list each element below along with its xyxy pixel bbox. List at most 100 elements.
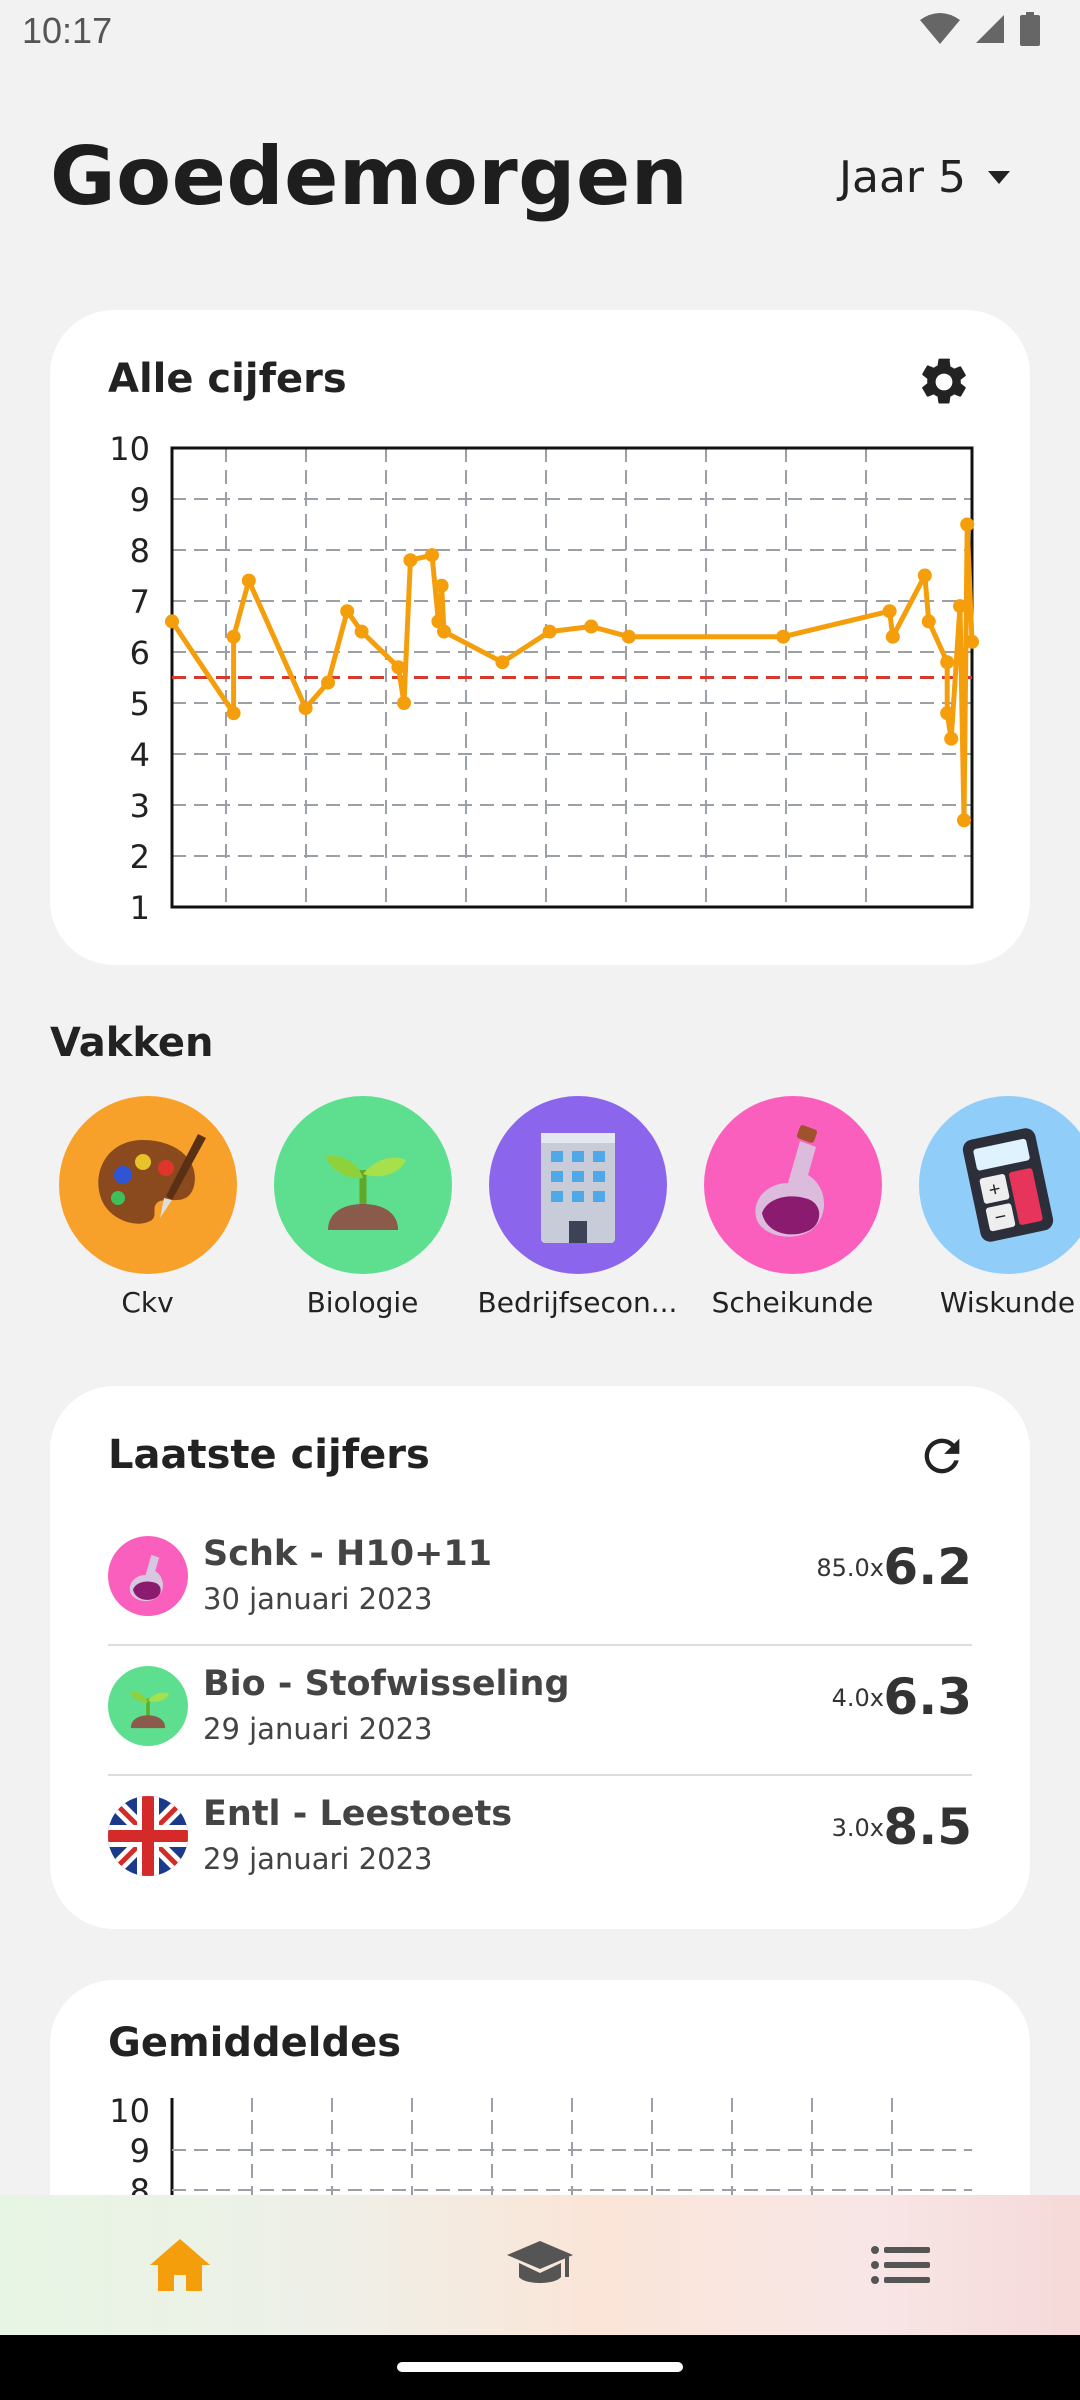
uk-flag-icon	[108, 1796, 188, 1876]
year-dropdown-label: Jaar 5	[839, 152, 966, 203]
signal-icon	[976, 15, 1004, 43]
grade-point	[621, 629, 636, 644]
grade-title: Entl - Leestoets	[203, 1794, 513, 1834]
grade-point	[940, 655, 955, 670]
grade-point	[957, 813, 971, 828]
y-tick-label: 2	[130, 838, 150, 876]
greeting-title: Goedemorgen	[50, 130, 689, 223]
subject-biologie[interactable]: Biologie	[255, 1096, 470, 1319]
grades-line-chart: 10 9 8 7 6 5 4 3 2 1	[109, 430, 979, 927]
grade-avatar	[108, 1796, 188, 1876]
latest-grades-card: Laatste cijfers Schk - H10+11 30 januari…	[50, 1386, 1030, 1929]
calculator-icon: + −	[962, 1128, 1053, 1242]
latest-grade-row[interactable]: Schk - H10+11 30 januari 2023 85.0x 6.2	[108, 1516, 972, 1646]
latest-grade-row[interactable]: Bio - Stofwisseling 29 januari 2023 4.0x…	[108, 1646, 972, 1776]
sprout-icon	[325, 1155, 406, 1230]
grade-point	[397, 696, 411, 710]
sprout-icon	[129, 1691, 170, 1729]
grade-point	[953, 599, 967, 614]
grade-point	[340, 604, 355, 619]
grade-point	[940, 706, 955, 721]
y-tick-label: 1	[130, 889, 150, 927]
y-tick-label: 3	[130, 787, 150, 825]
subject-ckv-label: Ckv	[121, 1286, 174, 1319]
subjects-carousel[interactable]: Ckv Biologie Bedrijfsecon... Scheikunde …	[0, 1096, 1080, 1336]
grade-point	[165, 614, 179, 629]
subject-wiskunde-label: Wiskunde	[939, 1286, 1076, 1319]
subject-bedrijfseconomie-label: Bedrijfsecon...	[477, 1286, 678, 1319]
all-grades-card[interactable]: Alle cijfers 10 9 8 7 6 5 4 3 2 1	[50, 310, 1030, 965]
refresh-icon[interactable]	[916, 1430, 968, 1482]
subject-biologie-circle	[273, 1096, 452, 1274]
list-icon	[871, 2246, 930, 2284]
y-tick-label: 5	[130, 685, 150, 723]
system-gesture-bar	[0, 2335, 1080, 2400]
palette-icon	[97, 1134, 206, 1224]
grade-point	[495, 655, 510, 670]
y-tick-label: 8	[130, 532, 150, 570]
grade-point	[403, 553, 418, 568]
grade-weight: 85.0x	[816, 1554, 884, 1582]
nav-home[interactable]	[145, 2233, 215, 2297]
latest-grades-title: Laatste cijfers	[108, 1432, 430, 1478]
subject-bedrijfseconomie-circle	[488, 1096, 667, 1274]
dropdown-arrow-icon	[988, 170, 1010, 184]
grade-weight: 4.0x	[831, 1684, 884, 1712]
grade-point	[298, 701, 313, 716]
y-tick-label: 9	[130, 481, 150, 519]
grade-point	[542, 624, 557, 639]
subject-biologie-label: Biologie	[306, 1286, 419, 1319]
grade-point	[354, 624, 369, 639]
y-tick-label: 10	[109, 2092, 150, 2130]
grade-point	[434, 578, 449, 593]
grade-point	[391, 660, 406, 675]
flask-icon	[129, 1554, 164, 1601]
home-gesture-pill[interactable]	[397, 2362, 683, 2372]
office-building-icon	[540, 1133, 615, 1243]
nav-list[interactable]	[865, 2233, 935, 2297]
y-tick-label: 10	[109, 430, 150, 468]
grade-point	[437, 624, 451, 639]
grade-value: 6.2	[883, 1538, 972, 1596]
status-bar: 10:17	[0, 0, 1080, 64]
grades-series-line	[169, 522, 975, 823]
wifi-icon	[920, 13, 960, 44]
y-tick-label: 6	[130, 634, 150, 672]
grade-point	[241, 573, 256, 588]
battery-icon	[1020, 12, 1040, 46]
grade-point	[944, 731, 959, 746]
year-dropdown[interactable]: Jaar 5	[839, 152, 1010, 203]
grade-point	[960, 517, 975, 532]
subject-wiskunde[interactable]: + − Wiskunde	[900, 1096, 1080, 1319]
grade-point	[425, 548, 439, 563]
subject-scheikunde-label: Scheikunde	[711, 1286, 874, 1319]
y-tick-label: 9	[130, 2132, 150, 2170]
grade-value: 6.3	[883, 1668, 972, 1726]
grade-point	[965, 634, 979, 649]
subject-scheikunde[interactable]: Scheikunde	[685, 1096, 900, 1319]
grade-title: Schk - H10+11	[203, 1534, 493, 1574]
subjects-title: Vakken	[50, 1020, 214, 1066]
home-icon	[150, 2239, 210, 2291]
grade-weight: 3.0x	[831, 1814, 884, 1842]
grade-point	[921, 614, 936, 629]
subject-scheikunde-circle	[703, 1096, 882, 1274]
bottom-navigation	[0, 2195, 1080, 2335]
grade-point	[917, 568, 932, 583]
subject-bedrijfseconomie[interactable]: Bedrijfsecon...	[470, 1096, 685, 1319]
flask-icon	[754, 1125, 824, 1237]
grade-point	[885, 629, 900, 644]
grade-avatar	[108, 1536, 188, 1616]
subject-wiskunde-circle: + −	[918, 1096, 1080, 1274]
grade-point	[226, 706, 241, 721]
latest-grade-row[interactable]: Entl - Leestoets 29 januari 2023 3.0x 8.…	[108, 1776, 972, 1904]
grade-value: 8.5	[883, 1798, 972, 1856]
nav-grades[interactable]	[505, 2233, 575, 2297]
status-time: 10:17	[22, 10, 113, 51]
grade-point	[226, 629, 241, 644]
y-tick-label: 4	[130, 736, 150, 774]
grade-point	[882, 604, 897, 619]
graduation-cap-icon	[507, 2241, 573, 2283]
subject-ckv[interactable]: Ckv	[40, 1096, 255, 1319]
subject-ckv-circle	[58, 1096, 237, 1274]
